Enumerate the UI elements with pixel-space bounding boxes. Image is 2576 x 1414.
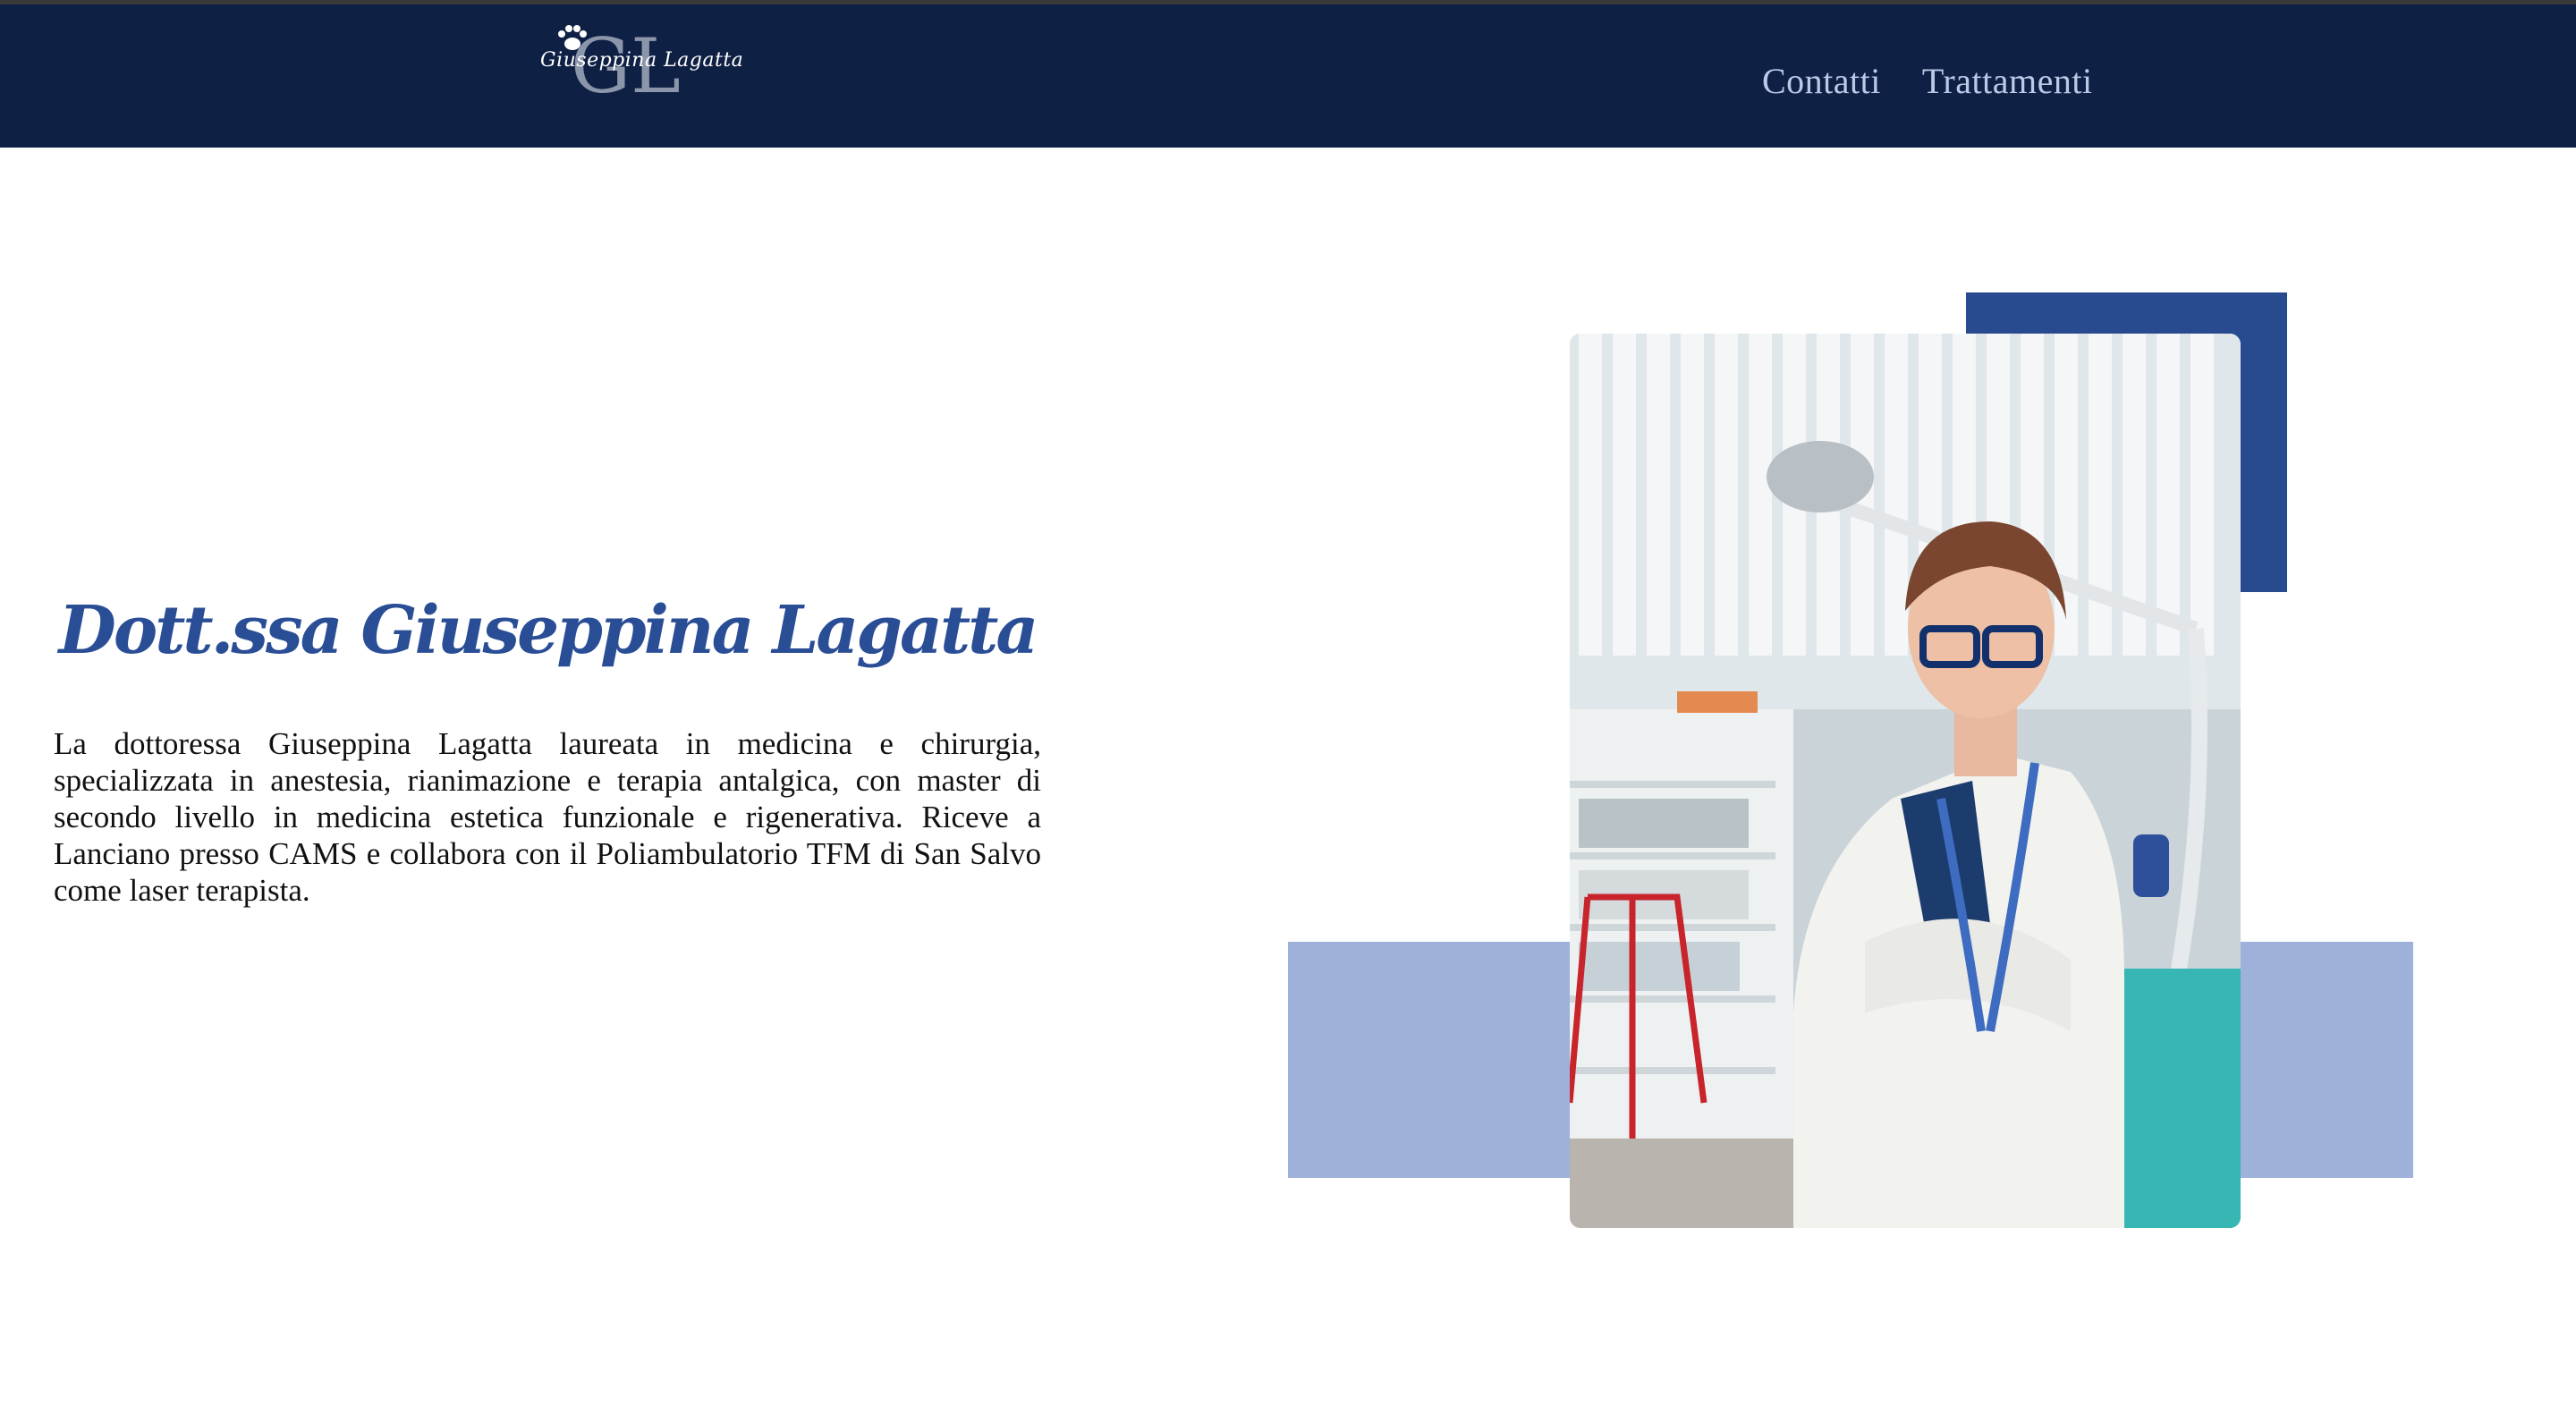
bio-paragraph: La dottoressa Giuseppina Lagatta laureat… — [54, 726, 1041, 908]
main-nav: Contatti Trattamenti — [1762, 60, 2093, 102]
logo-script-name: Giuseppina Lagatta — [540, 49, 744, 72]
doctor-photo — [1570, 334, 2241, 1228]
page-title: Dott.ssa Giuseppina Lagatta — [58, 591, 1039, 669]
nav-trattamenti[interactable]: Trattamenti — [1922, 60, 2093, 102]
logo[interactable]: GL Giuseppina Lagatta — [528, 21, 744, 101]
nav-contatti[interactable]: Contatti — [1762, 60, 1881, 102]
navbar: GL Giuseppina Lagatta Contatti Trattamen… — [0, 4, 2576, 148]
